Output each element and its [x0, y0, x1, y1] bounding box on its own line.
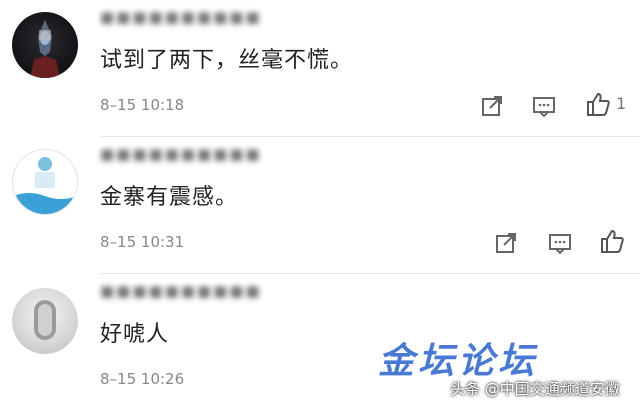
- avatar[interactable]: [12, 12, 78, 78]
- like-icon[interactable]: [598, 227, 626, 255]
- like-icon: [587, 92, 610, 116]
- comment-icon[interactable]: [546, 229, 574, 257]
- share-icon[interactable]: [478, 92, 506, 120]
- watermark-logo: 金坛论坛: [378, 341, 539, 382]
- timestamp: 8–15 10:18: [100, 96, 185, 114]
- comment-text: 好唬人: [100, 322, 170, 347]
- username[interactable]: ■■■■■■■■■■: [100, 8, 262, 28]
- comment-text: 金寨有震感。: [100, 185, 239, 210]
- comment-item: ■■■■■■■■■■ 试到了两下，丝毫不慌。 8–15 10:18 1: [0, 0, 640, 136]
- source-credit: 头条 @中国交通频道安徽: [450, 380, 620, 398]
- username[interactable]: ■■■■■■■■■■: [100, 145, 262, 165]
- avatar[interactable]: [12, 288, 78, 354]
- comment-text: 试到了两下，丝毫不慌。: [100, 48, 354, 73]
- comment-icon[interactable]: [530, 92, 558, 120]
- username[interactable]: ■■■■■■■■■■: [100, 282, 262, 302]
- timestamp: 8–15 10:31: [100, 233, 185, 251]
- scenery-avatar-icon: [13, 157, 77, 214]
- ultraman-avatar-icon: [30, 20, 60, 78]
- share-icon[interactable]: [492, 229, 520, 257]
- like-count: 1: [616, 94, 627, 113]
- like-button[interactable]: 1: [584, 90, 634, 118]
- default-avatar-icon: [34, 300, 56, 340]
- avatar[interactable]: [12, 149, 78, 215]
- comment-item: ■■■■■■■■■■ 金寨有震感。 8–15 10:31: [0, 137, 640, 273]
- timestamp: 8–15 10:26: [100, 370, 185, 388]
